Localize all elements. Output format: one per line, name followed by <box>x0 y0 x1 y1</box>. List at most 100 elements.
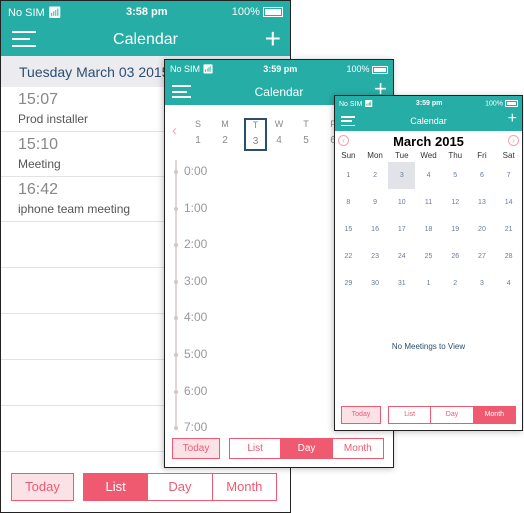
nav-title: Calendar <box>254 84 304 99</box>
calendar-day[interactable]: 9 <box>362 189 389 216</box>
tab-list[interactable]: List <box>230 439 281 458</box>
wifi-icon: 📶︎ <box>202 63 214 74</box>
week-day-letter: M <box>221 119 229 129</box>
calendar-day[interactable]: 3 <box>469 270 496 297</box>
calendar-day[interactable]: 7 <box>495 162 522 189</box>
battery-icon <box>263 7 283 18</box>
status-bar: No SIM 📶︎ 3:58 pm 100% <box>1 1 290 23</box>
menu-icon[interactable] <box>341 116 355 126</box>
timeline-dot <box>174 206 178 211</box>
tab-list[interactable]: List <box>84 474 148 500</box>
calendar-day[interactable]: 22 <box>335 243 362 270</box>
calendar-day[interactable]: 27 <box>469 243 496 270</box>
calendar-day[interactable]: 8 <box>335 189 362 216</box>
calendar-day[interactable]: 23 <box>362 243 389 270</box>
calendar-day[interactable]: 6 <box>469 162 496 189</box>
tab-month[interactable]: Month <box>211 474 276 500</box>
view-segmented-control: List Day Month <box>83 473 277 501</box>
clock-label: 3:59 pm <box>263 64 298 74</box>
calendar-day[interactable]: 3 <box>388 162 416 189</box>
calendar-day[interactable]: 16 <box>362 216 389 243</box>
calendar-day[interactable]: 2 <box>362 162 389 189</box>
calendar-day[interactable]: 19 <box>442 216 469 243</box>
month-calendar-grid: Sun Mon Tue Wed Thu Fri Sat 1 2 3 4 5 6 7 8 9 10 11 12 13 1… <box>335 149 522 297</box>
calendar-day[interactable]: 14 <box>495 189 522 216</box>
timeline-dot <box>174 389 178 394</box>
calendar-day[interactable]: 20 <box>469 216 496 243</box>
hour-label: 5:00 <box>184 347 208 361</box>
battery-label: 100% <box>485 99 518 107</box>
timeline-dot <box>174 243 178 248</box>
calendar-day[interactable]: 12 <box>442 189 469 216</box>
calendar-day[interactable]: 17 <box>388 216 415 243</box>
tab-month[interactable]: Month <box>331 439 383 458</box>
carrier-label: No SIM 📶︎ <box>339 100 374 108</box>
calendar-day[interactable]: 18 <box>415 216 442 243</box>
nav-bar: Calendar + <box>335 111 522 131</box>
menu-icon[interactable] <box>12 31 36 47</box>
week-day-letter: S <box>194 119 201 129</box>
chevron-left-icon[interactable]: ‹ <box>172 122 177 139</box>
hour-label: 1:00 <box>184 200 208 215</box>
week-day-letter: T <box>303 119 309 129</box>
calendar-day[interactable]: 31 <box>388 270 415 297</box>
week-day-cell[interactable]: T3 <box>244 118 267 151</box>
add-icon[interactable]: + <box>508 111 517 127</box>
hour-label: 4:00 <box>184 310 208 325</box>
week-day-cell[interactable]: M2 <box>217 119 233 146</box>
weekday-label: Wed <box>420 151 437 160</box>
week-day-cell[interactable]: S1 <box>190 119 206 146</box>
weekday-label: Tue <box>395 151 409 160</box>
battery-label: 100% <box>232 6 283 18</box>
calendar-day[interactable]: 26 <box>442 243 469 270</box>
week-day-letter: T <box>252 120 259 130</box>
calendar-day[interactable]: 1 <box>415 270 442 297</box>
tab-month[interactable]: Month <box>472 407 515 423</box>
hour-label: 6:00 <box>184 383 208 398</box>
calendar-day[interactable]: 28 <box>495 243 522 270</box>
calendar-week-row: 22 23 24 25 26 27 28 <box>335 243 522 270</box>
calendar-day[interactable]: 25 <box>415 243 442 270</box>
battery-label: 100% <box>346 64 388 74</box>
calendar-day[interactable]: 10 <box>388 189 415 216</box>
week-day-cell[interactable]: T5 <box>298 119 314 146</box>
timeline-dot <box>174 170 178 174</box>
hour-label: 2:00 <box>184 237 208 252</box>
calendar-day[interactable]: 24 <box>388 243 415 270</box>
calendar-day[interactable]: 4 <box>495 270 522 297</box>
weekday-label: Sun <box>341 151 356 160</box>
add-icon[interactable]: + <box>265 25 281 53</box>
week-day-number: 4 <box>276 135 282 146</box>
weekday-label: Thu <box>448 151 463 160</box>
calendar-weeks: 1 2 3 4 5 6 7 8 9 10 11 12 13 14 15 16 17 18 19 20 21 22 23 24 2… <box>335 162 522 297</box>
calendar-day[interactable]: 29 <box>335 270 362 297</box>
chevron-right-icon[interactable]: › <box>508 135 519 146</box>
weekday-label: Mon <box>367 151 383 160</box>
calendar-day[interactable]: 2 <box>442 270 469 297</box>
clock-label: 3:58 pm <box>125 6 168 18</box>
view-segmented-control: List Day Month <box>388 406 516 424</box>
today-button[interactable]: Today <box>172 438 220 459</box>
calendar-day[interactable]: 30 <box>362 270 389 297</box>
tab-day[interactable]: Day <box>280 439 332 458</box>
wifi-icon: 📶︎ <box>364 100 374 108</box>
tab-list[interactable]: List <box>389 407 431 423</box>
calendar-week-row: 15 16 17 18 19 20 21 <box>335 216 522 243</box>
today-button[interactable]: Today <box>11 473 74 501</box>
calendar-day[interactable]: 1 <box>335 162 362 189</box>
calendar-day[interactable]: 21 <box>495 216 522 243</box>
calendar-day[interactable]: 13 <box>469 189 496 216</box>
week-day-letter: W <box>274 119 284 129</box>
calendar-day[interactable]: 4 <box>415 162 442 189</box>
week-day-cell[interactable]: W4 <box>271 119 287 146</box>
calendar-day[interactable]: 11 <box>415 189 442 216</box>
menu-icon[interactable] <box>172 85 191 98</box>
calendar-day[interactable]: 5 <box>442 162 469 189</box>
battery-icon <box>372 65 388 74</box>
calendar-day[interactable]: 15 <box>335 216 362 243</box>
clock-label: 3:59 pm <box>415 100 443 107</box>
tab-day[interactable]: Day <box>430 407 473 423</box>
today-button[interactable]: Today <box>341 406 381 424</box>
hour-label: 3:00 <box>184 273 208 288</box>
tab-day[interactable]: Day <box>147 474 212 500</box>
